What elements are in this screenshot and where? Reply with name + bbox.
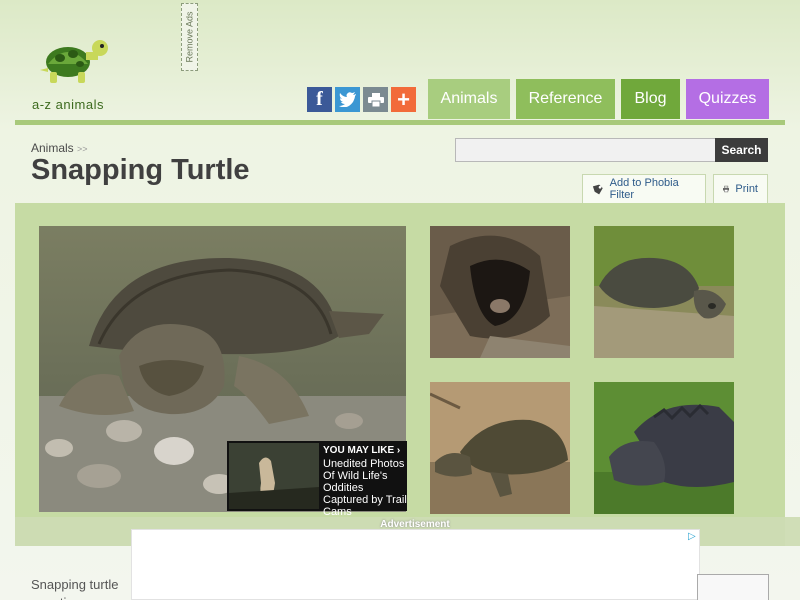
search-button[interactable]: Search — [715, 138, 768, 162]
you-may-like-widget[interactable]: YOU MAY LIKE › Unedited Photos Of Wild L… — [227, 441, 407, 518]
brand-name[interactable]: a-z animals — [32, 97, 104, 112]
thumbnail-photo-1[interactable] — [430, 226, 570, 358]
side-panel — [697, 574, 769, 600]
print-icon[interactable] — [363, 87, 388, 112]
remove-ads-button[interactable]: Remove Ads — [181, 3, 198, 71]
advertisement-box[interactable] — [131, 529, 700, 600]
intro-line-2: aquatic — [31, 595, 73, 600]
thumbnail-photo-4[interactable] — [594, 382, 734, 514]
filter-icon — [592, 184, 603, 194]
intro-text: Snapping turtle aquatic freshwater — [31, 576, 131, 600]
breadcrumb-separator: >> — [77, 144, 88, 154]
you-may-like-thumbnail[interactable] — [229, 443, 319, 509]
you-may-like-headline[interactable]: Unedited Photos Of Wild Life's Oddities … — [323, 458, 409, 518]
nav-tab-reference[interactable]: Reference — [516, 79, 615, 119]
print-label: Print — [735, 183, 758, 195]
you-may-like-header[interactable]: YOU MAY LIKE › — [323, 445, 400, 456]
breadcrumb-animals-link[interactable]: Animals — [31, 141, 74, 155]
twitter-icon[interactable] — [335, 87, 360, 112]
print-button[interactable]: Print — [713, 174, 768, 204]
ad-choices-icon[interactable]: ▷ — [688, 531, 698, 542]
phobia-filter-button[interactable]: Add to Phobia Filter — [582, 174, 706, 204]
facebook-icon[interactable]: f — [307, 87, 332, 112]
thumbnail-photo-3[interactable] — [430, 382, 570, 514]
nav-tab-quizzes[interactable]: Quizzes — [686, 79, 769, 119]
share-plus-icon[interactable]: + — [391, 87, 416, 112]
chevron-right-icon: › — [396, 445, 401, 456]
breadcrumb: Animals >> — [31, 141, 88, 155]
nav-tab-animals[interactable]: Animals — [428, 79, 510, 119]
page-title: Snapping Turtle — [31, 154, 250, 186]
printer-icon — [723, 185, 730, 193]
intro-line-1: Snapping turtle — [31, 577, 119, 592]
thumbnail-photo-2[interactable] — [594, 226, 734, 358]
nav-divider — [15, 120, 785, 125]
nav-tab-blog[interactable]: Blog — [621, 79, 680, 119]
phobia-filter-label: Add to Phobia Filter — [609, 177, 679, 201]
search-input[interactable] — [455, 138, 716, 162]
